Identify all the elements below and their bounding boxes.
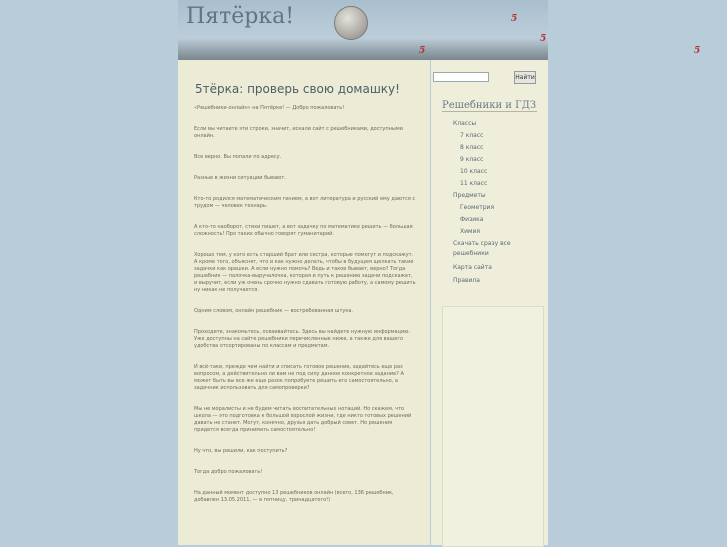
- sidebar-item-download-all[interactable]: Скачать сразу все: [453, 240, 511, 248]
- sidebar-item-grade-11[interactable]: 11 класс: [460, 180, 487, 188]
- post-paragraph: Одним словом, онлайн решебник — востребо…: [194, 308, 354, 314]
- post-paragraph: «Решебники-онлайн» на Пятёрке! — Добро п…: [194, 105, 345, 111]
- post-paragraph: Разные в жизни ситуации бывают.: [194, 175, 286, 181]
- post-paragraph: Мы не моралисты и не будем читать воспит…: [194, 406, 412, 433]
- sidebar: Найти Решебники и ГДЗ Классы 7 класс 8 к…: [431, 60, 548, 547]
- sidebar-item-geometry[interactable]: Геометрия: [460, 204, 494, 212]
- city-skyline-decoration: [178, 38, 548, 60]
- post-paragraph: Ну что, вы решили, как поступить?: [194, 448, 288, 454]
- sidebar-item-grade-7[interactable]: 7 класс: [460, 132, 483, 140]
- post-paragraph: Если вы читаете эти строки, значит, иска…: [194, 126, 403, 139]
- sidebar-item-download-all-line2[interactable]: решебники: [453, 250, 489, 258]
- sidebar-item-grade-9[interactable]: 9 класс: [460, 156, 483, 164]
- coin-logo-icon: [334, 6, 368, 40]
- sidebar-item-classes[interactable]: Классы: [453, 120, 476, 128]
- five-decoration: 5: [540, 34, 547, 44]
- post-body: «Решебники-онлайн» на Пятёрке! — Добро п…: [194, 105, 416, 518]
- post-paragraph: А кто-то наоборот, стихи пишет, а вот за…: [194, 224, 413, 237]
- post-paragraph: Все верно. Вы попали по адресу.: [194, 154, 282, 160]
- post-paragraph: Кто-то родился математическим гением, а …: [194, 196, 416, 209]
- sidebar-item-rules[interactable]: Правила: [453, 277, 480, 285]
- five-decoration: 5: [419, 46, 426, 56]
- main-content: 5тёрка: проверь свою домашку! «Решебники…: [178, 60, 430, 545]
- five-decoration: 5: [511, 14, 518, 24]
- post-paragraph: Хорошо тем, у кого есть старший брат или…: [194, 252, 416, 293]
- post-paragraph: И всё-таки, прежде чем найти и списать г…: [194, 364, 404, 391]
- sidebar-item-physics[interactable]: Физика: [460, 216, 483, 224]
- post-paragraph: Проходите, знакомьтесь, осваивайтесь. Зд…: [194, 329, 411, 349]
- widget-title: Решебники и ГДЗ: [442, 100, 537, 112]
- sidebar-item-chemistry[interactable]: Химия: [460, 228, 480, 236]
- site-title[interactable]: Пятёрка!: [186, 4, 294, 29]
- search-input[interactable]: [433, 72, 489, 82]
- sidebar-item-sitemap[interactable]: Карта сайта: [453, 264, 492, 272]
- sidebar-item-grade-10[interactable]: 10 класс: [460, 168, 487, 176]
- post-paragraph: На данный момент доступно 13 решебников …: [194, 490, 394, 503]
- search-button[interactable]: Найти: [514, 71, 536, 84]
- post-title[interactable]: 5тёрка: проверь свою домашку!: [195, 82, 400, 96]
- sidebar-item-grade-8[interactable]: 8 класс: [460, 144, 483, 152]
- sidebar-widget-empty: [442, 306, 544, 547]
- post-paragraph: Тогда добро пожаловать!: [194, 469, 263, 475]
- five-decoration: 5: [694, 46, 701, 56]
- sidebar-item-subjects[interactable]: Предметы: [453, 192, 486, 200]
- site-header: Пятёрка! 5 5 5: [178, 0, 548, 60]
